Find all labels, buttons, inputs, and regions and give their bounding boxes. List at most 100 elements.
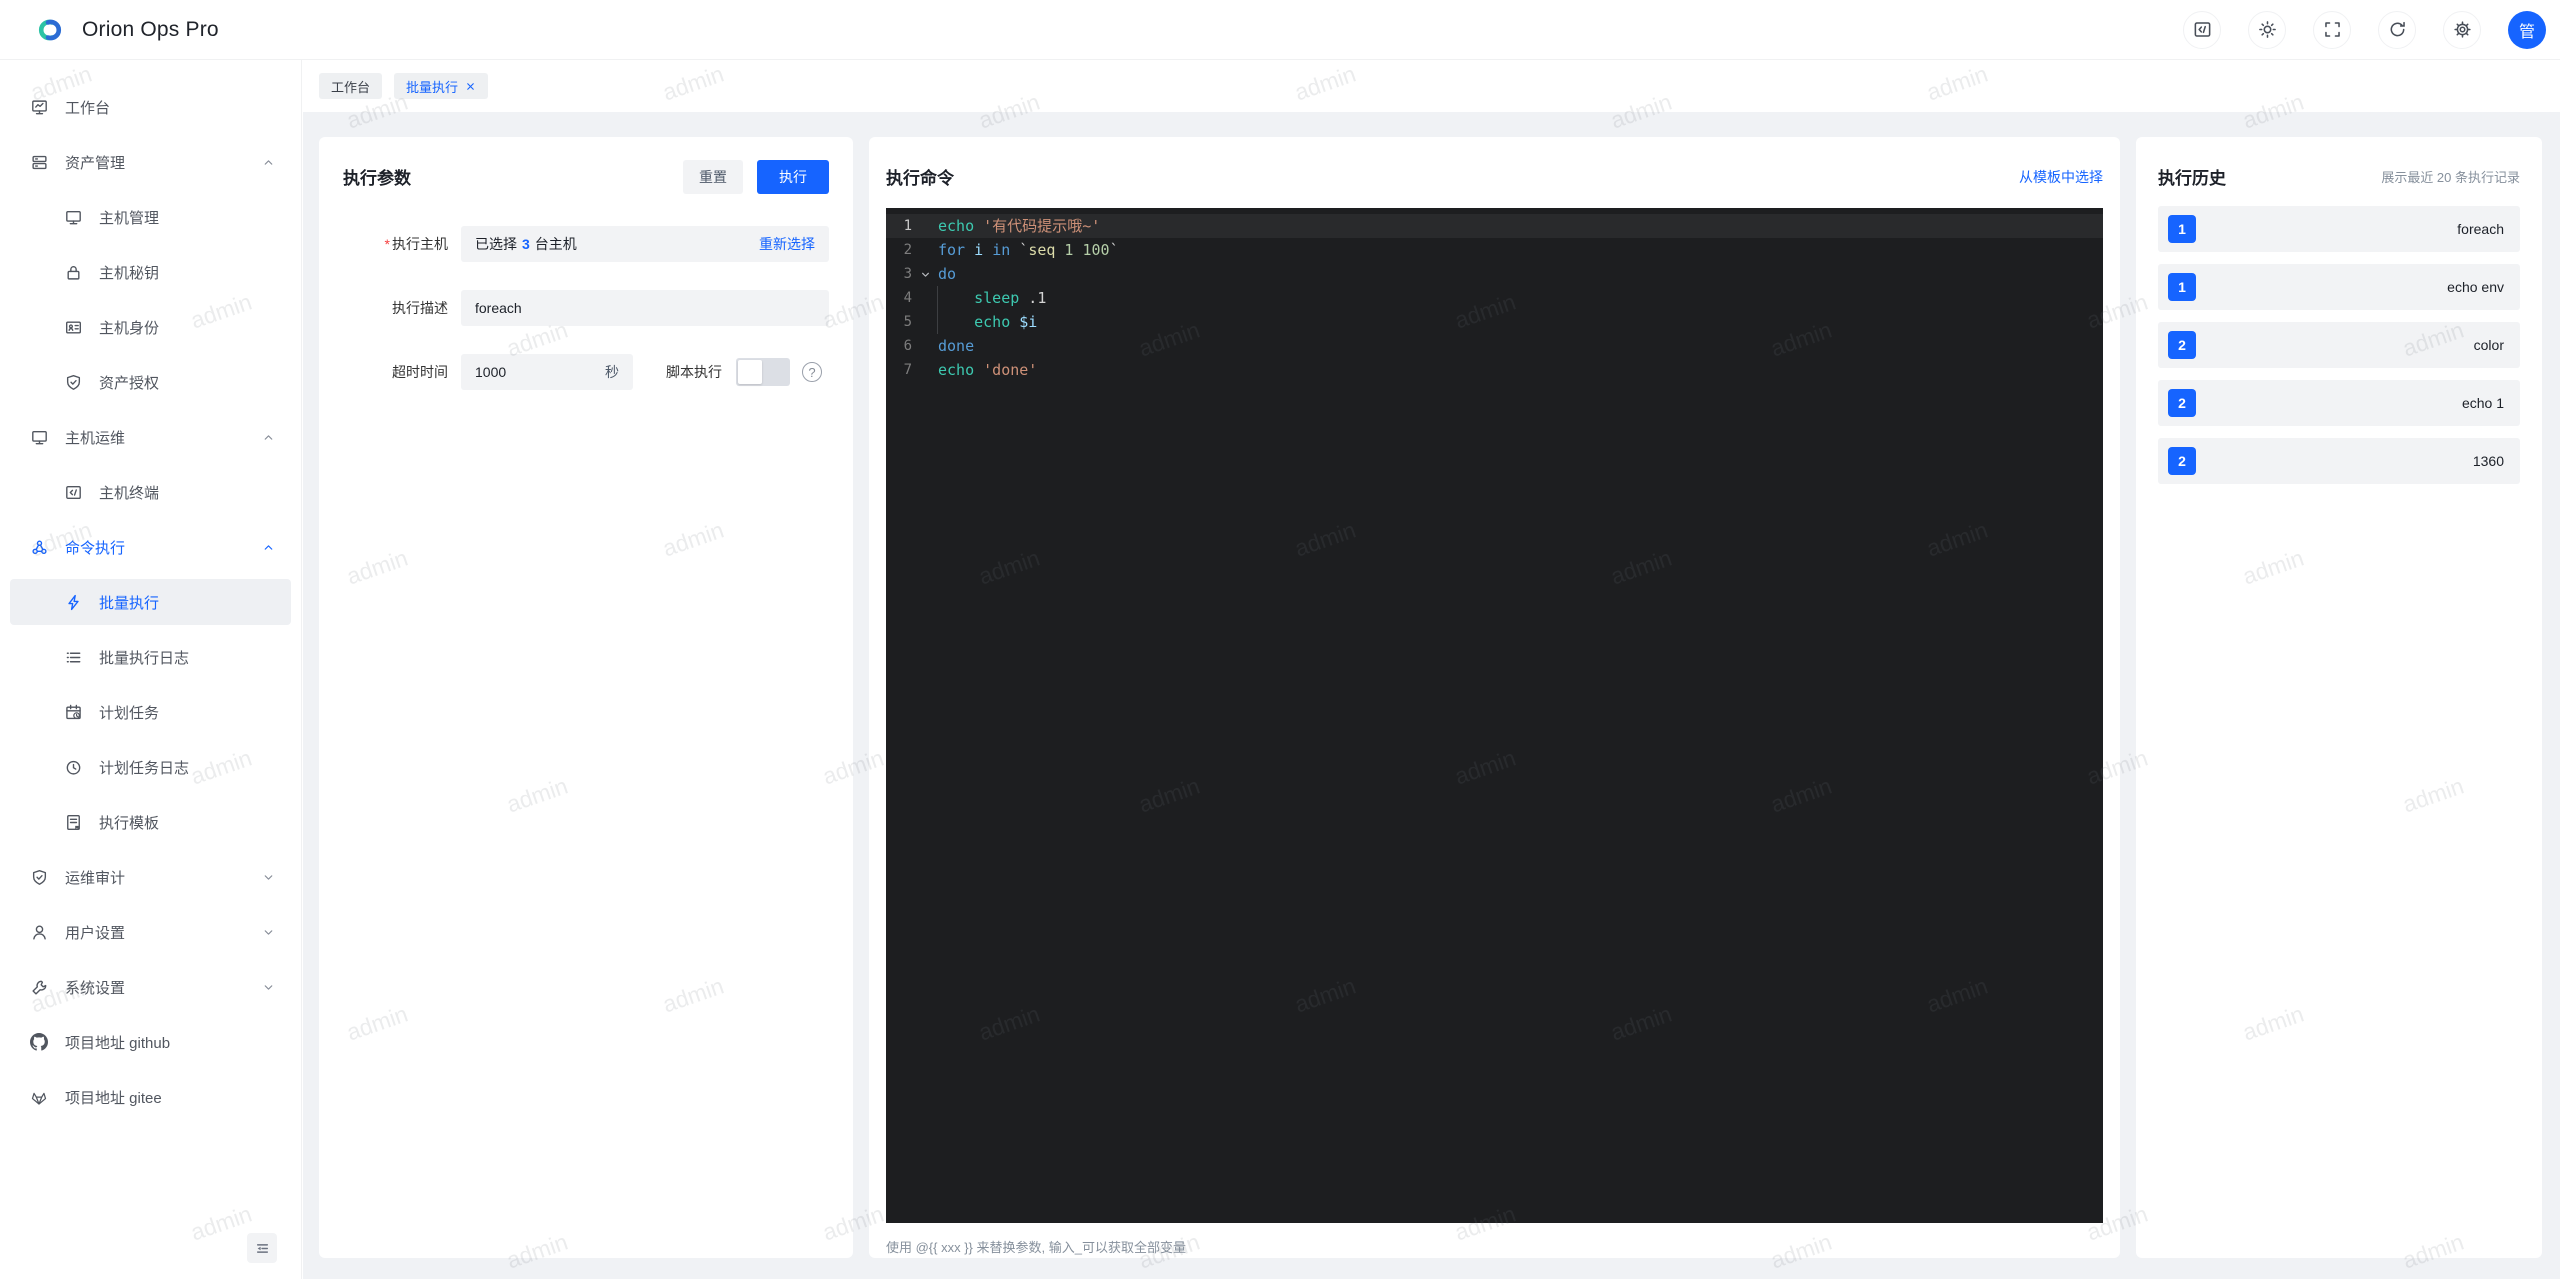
tab-batch-exec[interactable]: 批量执行 xyxy=(394,73,489,99)
terminal-icon xyxy=(64,483,82,501)
history-row[interactable]: 2 echo 1 xyxy=(2158,380,2520,426)
history-row[interactable]: 2 1360 xyxy=(2158,438,2520,484)
sidebar-collapse-button[interactable] xyxy=(247,1233,277,1263)
refresh-icon xyxy=(2388,20,2407,39)
panel-exec-history: 执行历史 展示最近 20 条执行记录 1 foreach 1 echo env … xyxy=(2136,137,2542,1258)
code-line: 3 do xyxy=(886,262,2103,286)
desc-row: 执行描述 xyxy=(343,290,829,326)
chevron-down-icon xyxy=(262,871,275,884)
code-line: 5 echo $i xyxy=(903,313,1038,331)
script-exec-toggle[interactable] xyxy=(736,358,790,386)
tab-workbench[interactable]: 工作台 xyxy=(319,73,383,99)
timeout-box: 秒 xyxy=(461,354,633,390)
code-line: 7 echo 'done' xyxy=(903,361,1038,379)
desktop-icon xyxy=(30,428,48,446)
user-icon xyxy=(30,923,48,941)
sidebar-item-host-ops[interactable]: 主机运维 xyxy=(10,414,291,460)
tab-bar: 工作台 批量执行 xyxy=(303,60,2560,112)
history-note: 展示最近 20 条执行记录 xyxy=(2381,170,2520,185)
chevron-up-icon xyxy=(262,431,275,444)
host-count-badge: 1 xyxy=(2168,215,2196,243)
fullscreen-button[interactable] xyxy=(2313,10,2351,49)
fold-chevron-icon[interactable] xyxy=(912,262,938,286)
close-icon[interactable] xyxy=(465,81,476,92)
host-count-badge: 1 xyxy=(2168,273,2196,301)
sidebar-item-user-settings[interactable]: 用户设置 xyxy=(10,909,291,955)
sidebar-item-scheduled-task[interactable]: 计划任务 xyxy=(10,689,291,735)
host-count: 3 xyxy=(522,236,530,252)
execute-button[interactable]: 执行 xyxy=(757,159,829,194)
sidebar-item-system-settings[interactable]: 系统设置 xyxy=(10,964,291,1010)
sidebar-item-command-exec[interactable]: 命令执行 xyxy=(10,524,291,570)
indent-guide xyxy=(937,286,938,334)
gitee-icon xyxy=(30,1088,48,1106)
sidebar-item-asset-grant[interactable]: 资产授权 xyxy=(10,359,291,405)
host-count-badge: 2 xyxy=(2168,447,2196,475)
history-row[interactable]: 2 color xyxy=(2158,322,2520,368)
sidebar-item-github-link[interactable]: 项目地址 github xyxy=(10,1019,291,1065)
reselect-link[interactable]: 重新选择 xyxy=(759,234,815,254)
sidebar-item-ops-audit[interactable]: 运维审计 xyxy=(10,854,291,900)
history-label: 1360 xyxy=(2472,453,2504,469)
code-line: 1 echo '有代码提示哦~' xyxy=(886,214,2103,238)
host-label: * 执行主机 xyxy=(384,236,448,252)
sidebar-item-exec-template[interactable]: 执行模板 xyxy=(10,799,291,845)
history-label: echo env xyxy=(2447,279,2504,295)
select-from-template-link[interactable]: 从模板中选择 xyxy=(2019,167,2103,187)
app-logo[interactable]: Orion Ops Pro xyxy=(0,17,219,43)
history-row[interactable]: 1 echo env xyxy=(2158,264,2520,310)
timeout-label: 超时时间 xyxy=(392,364,448,380)
desc-input[interactable] xyxy=(461,290,829,326)
theme-button[interactable] xyxy=(2248,10,2286,49)
chevron-up-icon xyxy=(262,156,275,169)
fullscreen-icon xyxy=(2323,20,2342,39)
sidebar-item-batch-exec[interactable]: 批量执行 xyxy=(10,579,291,625)
sidebar-item-host-terminal[interactable]: 主机终端 xyxy=(10,469,291,515)
chevron-up-icon xyxy=(262,541,275,554)
timeout-row: 超时时间 秒 脚本执行 xyxy=(343,354,829,390)
main-area: 工作台 批量执行 执行参数 重置 执行 * 执行主机 已选择 3 台主机 重新选… xyxy=(303,60,2560,1279)
sidebar-item-gitee-link[interactable]: 项目地址 gitee xyxy=(10,1074,291,1120)
command-hint: 使用 @{{ xxx }} 来替换参数, 输入_可以获取全部变量 xyxy=(886,1240,1186,1255)
github-icon xyxy=(30,1033,48,1051)
avatar[interactable]: 管 xyxy=(2508,10,2546,49)
sidebar-item-host-key[interactable]: 主机秘钥 xyxy=(10,249,291,295)
help-icon[interactable] xyxy=(802,362,822,382)
dashboard-icon xyxy=(30,98,48,116)
template-icon xyxy=(64,813,82,831)
host-row: * 执行主机 已选择 3 台主机 重新选择 xyxy=(343,226,829,262)
timeout-input[interactable] xyxy=(475,364,555,380)
toggle-knob xyxy=(738,360,762,384)
menu-fold-icon xyxy=(254,1240,271,1257)
sun-icon xyxy=(2258,20,2277,39)
sidebar-item-workbench[interactable]: 工作台 xyxy=(10,84,291,130)
script-exec-label: 脚本执行 xyxy=(666,364,722,380)
code-preview-button[interactable] xyxy=(2183,10,2221,49)
sidebar-item-batch-exec-log[interactable]: 批量执行日志 xyxy=(10,634,291,680)
sidebar-item-asset-mgmt[interactable]: 资产管理 xyxy=(10,139,291,185)
host-select[interactable]: 已选择 3 台主机 重新选择 xyxy=(461,226,829,262)
reset-button[interactable]: 重置 xyxy=(683,159,743,194)
monitor-icon xyxy=(64,208,82,226)
sidebar-item-host-mgmt[interactable]: 主机管理 xyxy=(10,194,291,240)
shield-check-icon xyxy=(30,868,48,886)
panel-exec-command: 执行命令 从模板中选择 1 echo '有代码提示哦~' 2 for i in ` s… xyxy=(869,137,2120,1258)
code-icon xyxy=(2193,20,2212,39)
code-line: 4 sleep .1 xyxy=(903,289,1047,307)
code-editor[interactable]: 1 echo '有代码提示哦~' 2 for i in ` seq 1 100 ` 3d… xyxy=(886,208,2103,1223)
list-icon xyxy=(64,648,82,666)
sidebar: 工作台 资产管理 主机管理 主机秘钥 主机身份 资产授权 主机运维 主机终端 命… xyxy=(0,60,302,1279)
sidebar-item-host-identity[interactable]: 主机身份 xyxy=(10,304,291,350)
refresh-button[interactable] xyxy=(2378,10,2416,49)
history-title: 执行历史 xyxy=(2158,169,2226,188)
history-row[interactable]: 1 foreach xyxy=(2158,206,2520,252)
wrench-icon xyxy=(30,978,48,996)
panels: 执行参数 重置 执行 * 执行主机 已选择 3 台主机 重新选择 执行描述 fo… xyxy=(303,112,2560,1279)
settings-button[interactable] xyxy=(2443,10,2481,49)
sidebar-item-scheduled-task-log[interactable]: 计划任务日志 xyxy=(10,744,291,790)
app-header: Orion Ops Pro 管 xyxy=(0,0,2560,60)
command-title: 执行命令 xyxy=(886,169,954,188)
params-form: *执行主机 已选择 3 台主机 重新选择 执行描述 超时时间 xyxy=(343,226,829,390)
code-line: 2 for i in ` seq 1 100 ` xyxy=(903,241,1119,259)
chevron-down-icon xyxy=(262,981,275,994)
